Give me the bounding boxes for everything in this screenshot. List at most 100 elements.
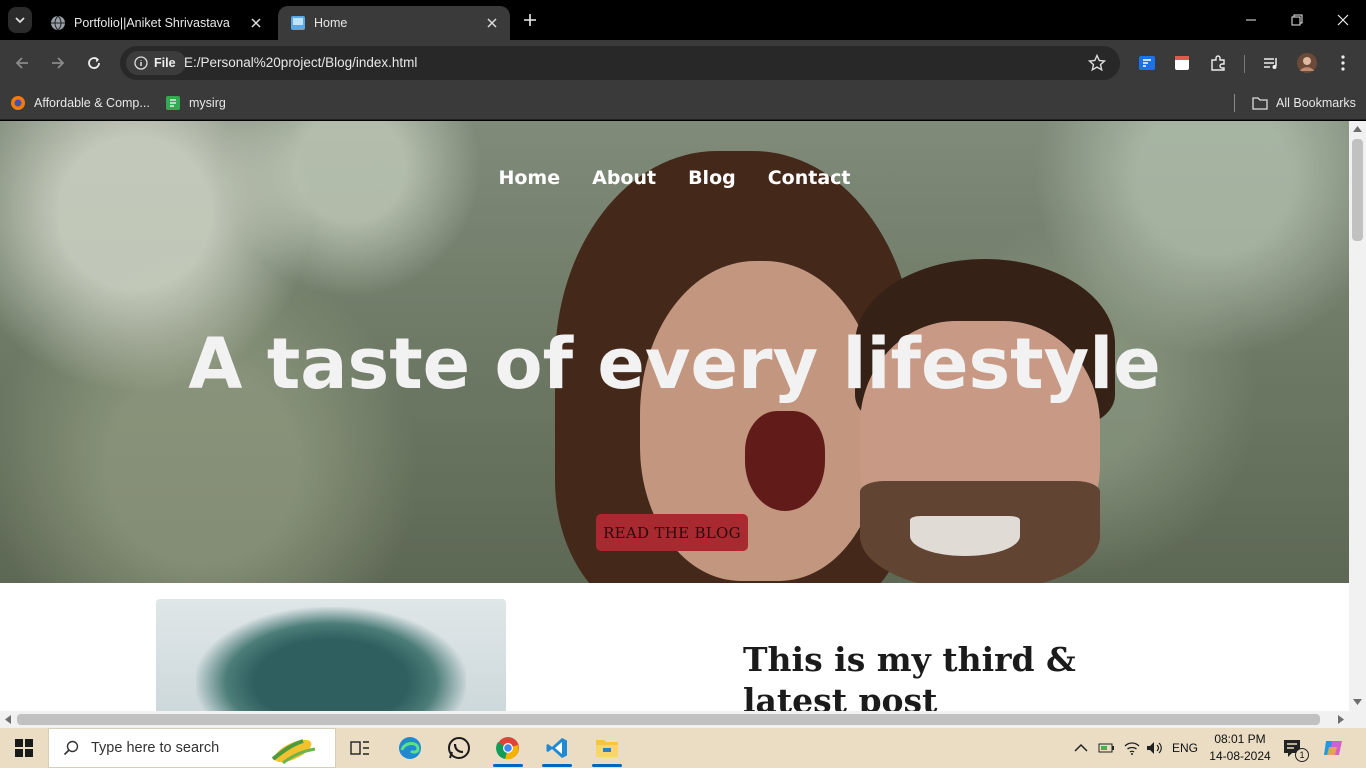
url-text[interactable]: E:/Personal%20project/Blog/index.html bbox=[184, 55, 417, 70]
copilot-button[interactable] bbox=[1322, 728, 1344, 768]
profile-avatar[interactable] bbox=[1295, 51, 1319, 75]
battery-tray-icon[interactable] bbox=[1098, 728, 1116, 768]
notifications-button[interactable]: 1 bbox=[1283, 728, 1309, 768]
main-nav: Home About Blog Contact bbox=[0, 167, 1349, 189]
hero-title: A taste of every lifestyle bbox=[188, 323, 1161, 405]
all-bookmarks-button[interactable]: All Bookmarks bbox=[1252, 92, 1356, 114]
edge-icon bbox=[399, 737, 421, 759]
browser-toolbar: File E:/Personal%20project/Blog/index.ht… bbox=[0, 40, 1366, 86]
windows-taskbar: Type here to search ENG 08:01 PM 14-08-2… bbox=[0, 728, 1366, 768]
scroll-left-arrow-icon[interactable] bbox=[5, 715, 11, 724]
tab-search-button[interactable] bbox=[8, 7, 32, 33]
minimize-button[interactable] bbox=[1228, 6, 1274, 34]
forward-arrow-icon bbox=[52, 57, 65, 69]
reload-button[interactable] bbox=[80, 49, 108, 77]
edge-taskbar-button[interactable] bbox=[387, 730, 433, 766]
windows-logo-icon bbox=[15, 739, 33, 757]
info-icon bbox=[134, 56, 148, 70]
close-tab-icon[interactable] bbox=[246, 13, 266, 33]
vscode-icon bbox=[546, 738, 567, 758]
post-title[interactable]: This is my third & latest post bbox=[743, 639, 1163, 711]
vertical-scroll-thumb[interactable] bbox=[1352, 139, 1363, 241]
close-tab-icon[interactable] bbox=[482, 13, 502, 33]
page-viewport: Home About Blog Contact A taste of every… bbox=[0, 121, 1349, 711]
start-button[interactable] bbox=[0, 728, 48, 768]
minimize-icon bbox=[1246, 19, 1256, 21]
scroll-right-arrow-icon[interactable] bbox=[1338, 715, 1344, 724]
site-info-label: File bbox=[154, 56, 176, 70]
clock[interactable]: 08:01 PM 14-08-2024 bbox=[1204, 731, 1276, 765]
clock-time: 08:01 PM bbox=[1214, 732, 1266, 746]
chevron-down-icon bbox=[15, 17, 25, 24]
close-icon bbox=[1337, 14, 1349, 26]
language-indicator[interactable]: ENG bbox=[1172, 728, 1198, 768]
wifi-tray-icon[interactable] bbox=[1124, 728, 1140, 768]
address-bar[interactable]: File E:/Personal%20project/Blog/index.ht… bbox=[120, 46, 1120, 80]
volume-tray-icon[interactable] bbox=[1146, 728, 1164, 768]
reload-icon bbox=[88, 57, 100, 69]
copilot-icon bbox=[1324, 741, 1342, 755]
clock-date: 14-08-2024 bbox=[1209, 749, 1271, 763]
bookmarks-bar: Affordable & Comp... mysirg All Bookmark… bbox=[0, 86, 1366, 120]
close-window-button[interactable] bbox=[1320, 6, 1366, 34]
back-arrow-icon bbox=[15, 57, 28, 69]
scroll-down-arrow-icon[interactable] bbox=[1353, 699, 1362, 705]
site-info-chip[interactable]: File bbox=[126, 51, 186, 75]
vertical-scrollbar[interactable] bbox=[1349, 121, 1366, 711]
vscode-taskbar-button[interactable] bbox=[534, 730, 580, 767]
new-tab-button[interactable] bbox=[518, 8, 542, 32]
tab-home[interactable]: Home bbox=[278, 6, 510, 40]
horizontal-scrollbar[interactable] bbox=[0, 711, 1366, 728]
back-button[interactable] bbox=[8, 49, 36, 77]
bookmark-mysirg[interactable]: mysirg bbox=[165, 92, 226, 114]
tab-portfolio[interactable]: Portfolio||Aniket Shrivastava bbox=[38, 6, 274, 40]
toolbar-divider bbox=[1244, 55, 1245, 73]
search-icon bbox=[63, 740, 79, 756]
read-the-blog-button[interactable]: READ THE BLOG bbox=[596, 514, 748, 551]
tab-title: Home bbox=[314, 16, 348, 30]
file-explorer-taskbar-button[interactable] bbox=[584, 730, 630, 767]
folder-icon bbox=[596, 740, 618, 757]
nav-about[interactable]: About bbox=[592, 167, 656, 189]
plus-icon bbox=[524, 14, 536, 26]
restore-icon bbox=[1291, 14, 1303, 26]
task-view-icon bbox=[350, 741, 369, 755]
chrome-icon bbox=[496, 737, 519, 760]
nav-contact[interactable]: Contact bbox=[768, 167, 851, 189]
bookmark-affordable[interactable]: Affordable & Comp... bbox=[10, 92, 150, 114]
post-thumbnail-image[interactable] bbox=[156, 599, 506, 711]
extension-1-icon[interactable] bbox=[1135, 51, 1159, 75]
forward-button[interactable] bbox=[44, 49, 72, 77]
show-hidden-icons-button[interactable] bbox=[1074, 728, 1088, 768]
page-favicon-icon bbox=[291, 16, 305, 30]
media-controls-icon[interactable] bbox=[1259, 51, 1283, 75]
scroll-up-arrow-icon[interactable] bbox=[1353, 126, 1362, 132]
bookmark-star-icon[interactable] bbox=[1088, 54, 1106, 72]
menu-kebab-icon[interactable] bbox=[1331, 51, 1355, 75]
taskbar-search-box[interactable]: Type here to search bbox=[48, 728, 336, 768]
whatsapp-icon bbox=[448, 737, 470, 759]
whatsapp-taskbar-button[interactable] bbox=[436, 730, 482, 766]
nav-blog[interactable]: Blog bbox=[688, 167, 736, 189]
sheet-favicon-icon bbox=[166, 96, 180, 110]
notification-count: 1 bbox=[1295, 748, 1309, 762]
bookmarks-divider bbox=[1234, 94, 1235, 112]
bookmark-label: mysirg bbox=[189, 96, 226, 110]
nav-home[interactable]: Home bbox=[498, 167, 560, 189]
tree-image bbox=[196, 607, 466, 711]
extension-2-icon[interactable] bbox=[1170, 51, 1194, 75]
extensions-puzzle-icon[interactable] bbox=[1206, 51, 1230, 75]
restore-button[interactable] bbox=[1274, 6, 1320, 34]
corn-search-highlight-icon bbox=[271, 739, 316, 765]
bookmark-label: Affordable & Comp... bbox=[34, 96, 150, 110]
chevron-up-icon bbox=[1074, 743, 1088, 752]
hero-section: Home About Blog Contact A taste of every… bbox=[0, 121, 1349, 583]
globe-icon bbox=[51, 15, 65, 31]
chrome-taskbar-button[interactable] bbox=[485, 730, 531, 767]
folder-icon bbox=[1252, 97, 1268, 110]
all-bookmarks-label: All Bookmarks bbox=[1276, 96, 1356, 110]
search-placeholder: Type here to search bbox=[91, 740, 220, 756]
orange-circle-favicon-icon bbox=[11, 96, 25, 110]
horizontal-scroll-thumb[interactable] bbox=[17, 714, 1320, 725]
task-view-button[interactable] bbox=[337, 730, 383, 766]
